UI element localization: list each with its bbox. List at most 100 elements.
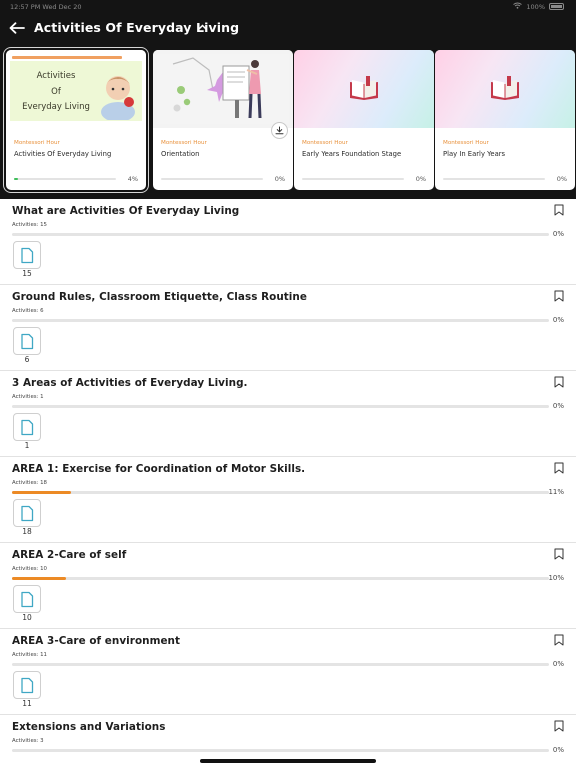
section-progress-bar xyxy=(12,749,549,752)
bookmark-icon[interactable] xyxy=(554,720,564,732)
child-illustration xyxy=(101,76,135,120)
thumb-title-line: Of xyxy=(51,86,61,97)
section-progress-bar xyxy=(12,491,549,494)
activities-tile-count: 18 xyxy=(22,527,32,536)
section-progress-bar xyxy=(12,319,549,322)
battery-icon xyxy=(549,3,564,10)
section-title: AREA 1: Exercise for Coordination of Mot… xyxy=(12,463,306,475)
activities-tile[interactable] xyxy=(13,327,41,355)
section-progress-percent: 0% xyxy=(552,746,564,754)
section-title: What are Activities Of Everyday Living xyxy=(12,205,240,217)
download-icon xyxy=(275,126,284,135)
course-thumbnail xyxy=(153,50,293,128)
section-item[interactable]: AREA 1: Exercise for Coordination of Mot… xyxy=(0,457,576,543)
course-carousel: Activities Of Everyday Living Montessori… xyxy=(3,47,575,193)
section-progress-bar xyxy=(12,663,549,666)
bookmark-icon[interactable] xyxy=(554,290,564,302)
battery-percent: 100% xyxy=(526,2,545,11)
course-thumbnail: Activities Of Everyday Living xyxy=(6,50,146,128)
course-header: 12:57 PM Wed Dec 20 100% Activities Of E… xyxy=(0,0,576,199)
section-item[interactable]: AREA 2-Care of self Activities: 10 10% 1… xyxy=(0,543,576,629)
thumb-title-line: Activities xyxy=(36,71,76,81)
document-icon xyxy=(21,419,34,435)
bookmark-icon[interactable] xyxy=(554,634,564,646)
course-card[interactable]: Montessori Hour Play In Early Years 0% xyxy=(435,50,575,190)
activities-tile[interactable] xyxy=(13,499,41,527)
orientation-illustration xyxy=(157,54,289,124)
document-icon xyxy=(21,247,34,263)
book-icon xyxy=(350,76,378,100)
course-progress-bar xyxy=(161,178,263,180)
course-category: Montessori Hour xyxy=(14,140,60,146)
status-indicators: 100% xyxy=(513,2,564,11)
course-name: Early Years Foundation Stage xyxy=(302,150,402,158)
activities-count: Activities: 18 xyxy=(12,480,47,486)
course-card[interactable]: Activities Of Everyday Living Montessori… xyxy=(3,47,149,193)
title-row: Activities Of Everyday Living xyxy=(0,16,576,40)
course-category: Montessori Hour xyxy=(443,140,489,146)
section-title: AREA 3-Care of environment xyxy=(12,635,181,647)
thumb-title-line: Everyday Living xyxy=(22,102,90,112)
back-button[interactable] xyxy=(8,18,26,38)
activities-count: Activities: 1 xyxy=(12,394,44,400)
activities-tile[interactable] xyxy=(13,671,41,699)
activities-tile-count: 10 xyxy=(22,613,32,622)
home-indicator[interactable] xyxy=(200,759,376,763)
document-icon xyxy=(21,505,34,521)
section-progress-percent: 10% xyxy=(548,574,564,582)
page-title[interactable]: Activities Of Everyday Living xyxy=(34,20,239,35)
bookmark-icon[interactable] xyxy=(554,204,564,216)
section-item[interactable]: 3 Areas of Activities of Everyday Living… xyxy=(0,371,576,457)
course-category: Montessori Hour xyxy=(302,140,348,146)
bookmark-icon[interactable] xyxy=(554,376,564,388)
download-button[interactable] xyxy=(271,122,288,139)
wifi-icon xyxy=(513,2,523,11)
document-icon xyxy=(21,333,34,349)
course-category: Montessori Hour xyxy=(161,140,207,146)
activities-tile[interactable] xyxy=(13,413,41,441)
status-bar: 12:57 PM Wed Dec 20 100% xyxy=(0,0,576,14)
section-progress-percent: 0% xyxy=(552,230,564,238)
course-progress-bar xyxy=(302,178,404,180)
status-time: 12:57 PM Wed Dec 20 xyxy=(10,3,82,11)
course-progress-percent: 0% xyxy=(415,175,426,183)
course-progress-percent: 0% xyxy=(556,175,567,183)
activities-tile-count: 6 xyxy=(24,355,30,364)
activities-tile[interactable] xyxy=(13,585,41,613)
course-card[interactable]: Montessori Hour Early Years Foundation S… xyxy=(294,50,434,190)
section-progress-percent: 0% xyxy=(552,402,564,410)
activities-count: Activities: 10 xyxy=(12,566,47,572)
course-thumbnail xyxy=(294,50,434,128)
activities-count: Activities: 11 xyxy=(12,652,47,658)
section-title: 3 Areas of Activities of Everyday Living… xyxy=(12,377,248,389)
course-card[interactable]: Montessori Hour Orientation 0% xyxy=(153,50,293,190)
course-progress-bar xyxy=(443,178,545,180)
section-title: AREA 2-Care of self xyxy=(12,549,127,561)
activities-count: Activities: 3 xyxy=(12,738,44,744)
book-icon xyxy=(491,76,519,100)
activities-count: Activities: 15 xyxy=(12,222,47,228)
section-item[interactable]: What are Activities Of Everyday Living A… xyxy=(0,199,576,285)
bookmark-icon[interactable] xyxy=(554,462,564,474)
section-progress-bar xyxy=(12,405,549,408)
course-progress-bar xyxy=(14,178,116,180)
section-title: Extensions and Variations xyxy=(12,721,166,733)
section-progress-bar xyxy=(12,233,549,236)
section-title: Ground Rules, Classroom Etiquette, Class… xyxy=(12,291,307,303)
course-thumbnail xyxy=(435,50,575,128)
course-name: Play In Early Years xyxy=(443,150,506,158)
section-item[interactable]: Ground Rules, Classroom Etiquette, Class… xyxy=(0,285,576,371)
section-item[interactable]: AREA 3-Care of environment Activities: 1… xyxy=(0,629,576,715)
course-name: Orientation xyxy=(161,150,200,158)
section-progress-percent: 11% xyxy=(548,488,564,496)
arrow-left-icon xyxy=(9,22,25,34)
section-progress-bar xyxy=(12,577,549,580)
document-icon xyxy=(21,591,34,607)
activities-count: Activities: 6 xyxy=(12,308,44,314)
title-collapse-button[interactable] xyxy=(196,20,208,34)
bookmark-icon[interactable] xyxy=(554,548,564,560)
activities-tile-count: 15 xyxy=(22,269,32,278)
chevron-up-icon xyxy=(197,24,207,30)
activities-tile-count: 1 xyxy=(24,441,30,450)
activities-tile[interactable] xyxy=(13,241,41,269)
